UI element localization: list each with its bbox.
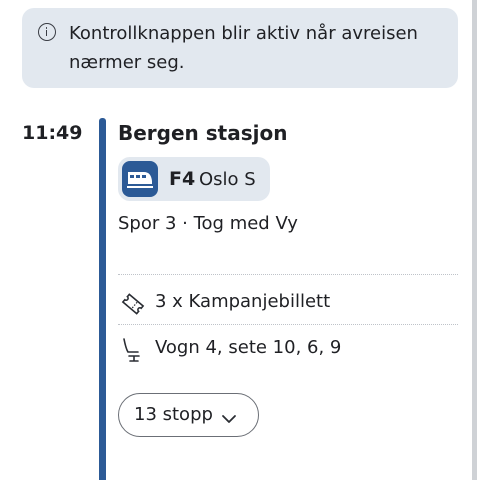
departure-time: 11:49: [22, 122, 83, 144]
train-icon: [122, 161, 158, 197]
seat-text: Vogn 4, sete 10, 6, 9: [155, 337, 342, 358]
chevron-down-icon: [221, 409, 237, 428]
stops-label: 13 stopp: [134, 404, 213, 425]
station-name: Bergen stasjon: [118, 121, 288, 145]
divider: [118, 274, 458, 275]
info-banner: Kontrollknappen blir aktiv når avreisen …: [22, 8, 458, 88]
line-badge[interactable]: F4 Oslo S: [118, 157, 270, 201]
info-text: Kontrollknappen blir aktiv når avreisen …: [69, 23, 418, 73]
ticket-icon: [120, 292, 146, 320]
ticket-text: 3 x Kampanjebillett: [155, 291, 331, 312]
seat-icon: [120, 337, 144, 367]
line-destination: Oslo S: [199, 169, 256, 190]
timeline-line: [99, 118, 106, 480]
scrollbar[interactable]: [472, 0, 477, 480]
divider: [118, 324, 458, 325]
info-icon: [38, 23, 56, 41]
line-code: F4: [169, 168, 196, 190]
stops-toggle-button[interactable]: 13 stopp: [118, 393, 259, 437]
track-info: Spor 3 · Tog med Vy: [118, 213, 298, 234]
